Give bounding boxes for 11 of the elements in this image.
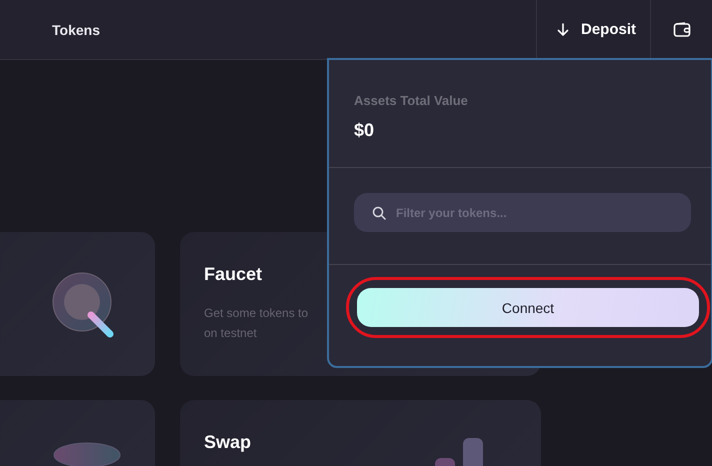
card-title: Swap xyxy=(204,432,252,453)
page-title: Tokens xyxy=(52,22,100,38)
card-title: Faucet xyxy=(204,264,262,285)
disk-drawing xyxy=(52,440,122,466)
assets-label: Assets Total Value xyxy=(354,93,469,108)
assets-total-value: $0 xyxy=(354,120,376,141)
wallet-icon xyxy=(672,22,690,38)
search-icon xyxy=(372,206,386,220)
connect-button[interactable]: Connect xyxy=(357,288,699,327)
card-description: on testnet xyxy=(204,325,258,342)
down-arrow-icon xyxy=(557,22,569,36)
